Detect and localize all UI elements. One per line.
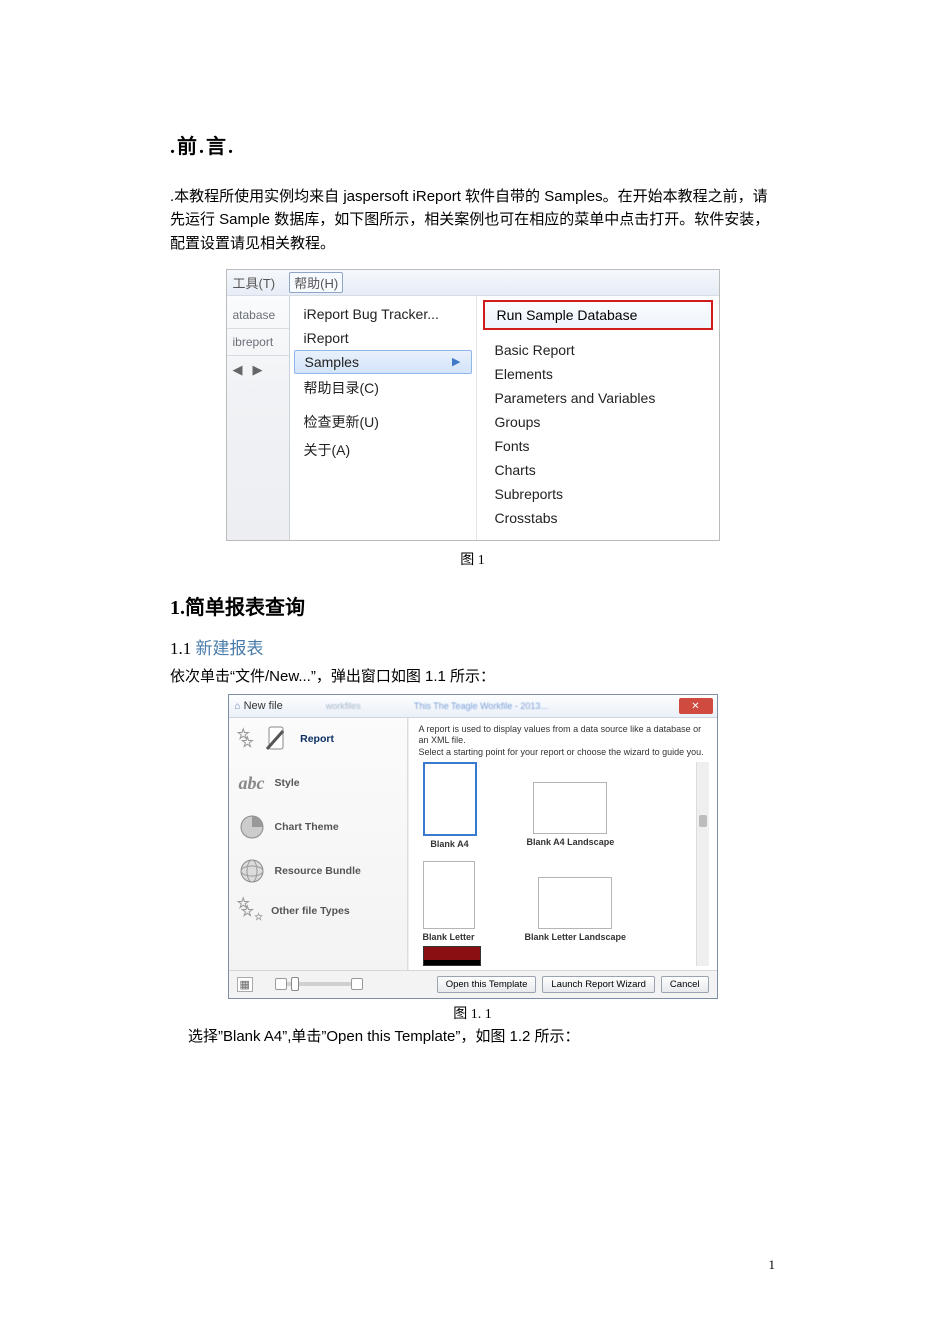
template-thumbnails: Blank A4 Blank A4 Landscape Blank Letter [419,762,709,966]
figure-1-1-caption: 图 1. 1 [170,1003,775,1023]
category-chart-theme[interactable]: Chart Theme [237,812,399,842]
menu-item-bug-tracker[interactable]: iReport Bug Tracker... [290,302,476,326]
template-blank-a4-label: Blank A4 [430,839,468,849]
section-1-heading: 1.简单报表查询 [170,591,775,620]
globe-icon [237,856,267,886]
figure-1-caption: 图 1 [170,549,775,569]
chevron-left-icon[interactable]: ◀ [233,362,243,378]
menu-item-subreports[interactable]: Subreports [477,482,719,506]
section-1-1-title: 新建报表 [196,639,264,658]
category-report-label: Report [300,733,334,745]
template-blank-letter[interactable]: Blank Letter [423,861,475,942]
category-report[interactable]: ☆ ☆ Report [237,724,399,754]
category-list: ☆ ☆ Report abc Style Chart [229,718,408,970]
category-style[interactable]: abc Style [237,768,399,798]
figure-1: 工具(T) 帮助(H) atabase ibreport ◀ ▶ iReport… [226,269,720,541]
template-blank-letter-landscape[interactable]: Blank Letter Landscape [525,861,627,942]
category-chart-theme-label: Chart Theme [275,821,339,833]
report-icon [262,724,292,754]
template-blank-letter-landscape-label: Blank Letter Landscape [525,932,627,942]
samples-submenu: Run Sample Database Basic Report Element… [477,296,719,540]
zoom-slider[interactable] [279,982,359,986]
dialog-title-blur2: This The Teagle Workfile - 2013... [414,701,548,711]
preface-paragraph: .本教程所使用实例均来自 jaspersoft iReport 软件自带的 Sa… [170,185,775,255]
category-other-types-label: Other file Types [271,905,350,917]
launch-wizard-button[interactable]: Launch Report Wizard [542,976,655,993]
template-blank-letter-label: Blank Letter [423,932,475,942]
left-item-database[interactable]: atabase [227,302,289,329]
left-item-ibreport[interactable]: ibreport [227,329,289,356]
page-number: 1 [769,1257,776,1273]
menu-item-about[interactable]: 关于(A) [290,436,476,464]
menu-item-ireport[interactable]: iReport [290,326,476,350]
category-resource-bundle[interactable]: Resource Bundle [237,856,399,886]
scrollbar-thumb[interactable] [699,815,707,827]
open-template-button[interactable]: Open this Template [437,976,537,993]
menubar: 工具(T) 帮助(H) [227,270,719,296]
menu-item-params-vars[interactable]: Parameters and Variables [477,386,719,410]
category-resource-bundle-label: Resource Bundle [275,865,361,877]
star-icon: ☆ ☆☆ [237,900,264,922]
dialog-titlebar: ⌂ New file workfiles This The Teagle Wor… [229,695,717,718]
scrollbar[interactable] [696,762,709,966]
menu-tools[interactable]: 工具(T) [233,273,276,292]
section-1-1-num: 1.1 [170,639,196,658]
menu-item-samples-label: Samples [305,354,359,370]
dialog-title: New file [244,700,283,712]
menu-item-elements[interactable]: Elements [477,362,719,386]
menu-item-samples[interactable]: Samples ▶ [294,350,472,374]
template-blank-a4-landscape[interactable]: Blank A4 Landscape [527,762,615,849]
menu-item-charts[interactable]: Charts [477,458,719,482]
close-button[interactable]: ✕ [679,698,713,714]
template-blank-a4-landscape-label: Blank A4 Landscape [527,837,615,847]
dialog-title-blur: workfiles [326,701,361,711]
star-icon: ☆ ☆ [237,731,255,747]
template-blank-a4[interactable]: Blank A4 [423,762,477,849]
dialog-description: A report is used to display values from … [419,724,709,758]
style-icon: abc [237,768,267,798]
grid-icon[interactable]: ▦ [237,977,253,992]
menu-item-run-sample-db[interactable]: Run Sample Database [483,300,713,330]
toolbar-left: atabase ibreport ◀ ▶ [227,296,290,540]
after-fig11-paragraph: 选择”Blank A4”,单击”Open this Template”，如图 1… [188,1025,775,1048]
figure-1-1: ⌂ New file workfiles This The Teagle Wor… [228,694,718,999]
menu-item-help-contents[interactable]: 帮助目录(C) [290,374,476,402]
category-other-types[interactable]: ☆ ☆☆ Other file Types [237,900,399,922]
help-dropdown-menu: iReport Bug Tracker... iReport Samples ▶… [290,296,477,540]
template-cherry[interactable] [423,946,481,966]
cancel-button[interactable]: Cancel [661,976,709,993]
preface-title: .前.言. [170,130,775,159]
menu-help[interactable]: 帮助(H) [289,272,343,293]
section-1-1-paragraph: 依次单击“文件/New...”，弹出窗口如图 1.1 所示： [170,665,775,688]
menu-item-fonts[interactable]: Fonts [477,434,719,458]
dialog-button-bar: ▦ Open this Template Launch Report Wizar… [229,970,717,998]
section-1-1-heading: 1.1 新建报表 [170,634,775,659]
chevron-right-icon: ▶ [452,355,460,368]
menu-item-groups[interactable]: Groups [477,410,719,434]
menu-item-basic-report[interactable]: Basic Report [477,338,719,362]
menu-item-check-updates[interactable]: 检查更新(U) [290,408,476,436]
piechart-icon [237,812,267,842]
treeview-icon: ⌂ [235,701,241,712]
category-style-label: Style [275,777,300,789]
menu-item-crosstabs[interactable]: Crosstabs [477,506,719,530]
chevron-right-icon[interactable]: ▶ [253,362,263,378]
